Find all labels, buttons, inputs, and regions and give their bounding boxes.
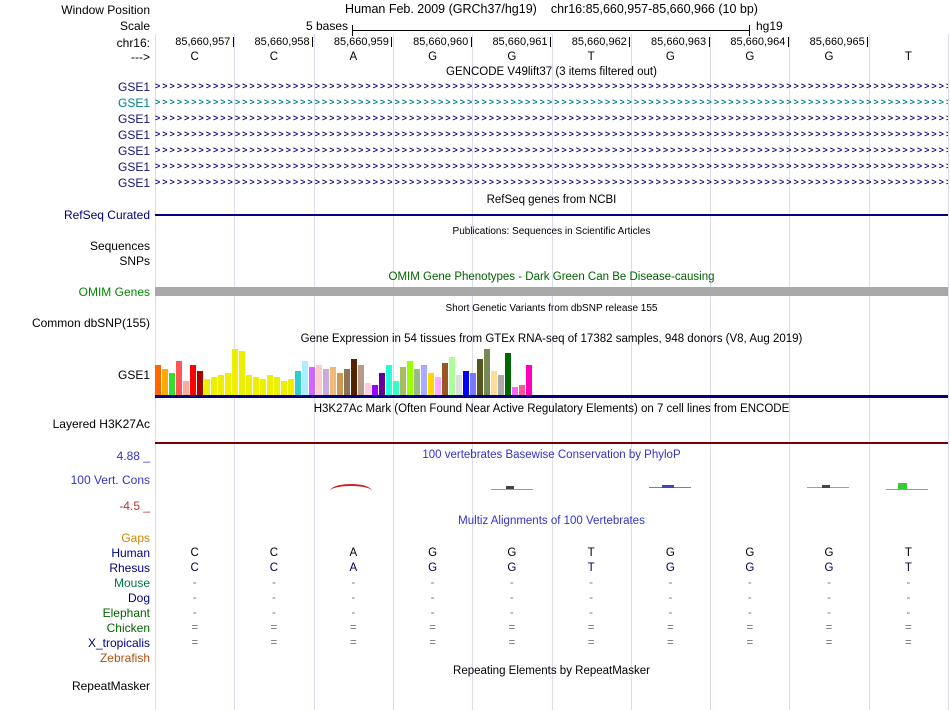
species-label-zebrafish[interactable]: Zebrafish: [100, 651, 150, 665]
alignment-base: T: [904, 547, 912, 559]
alignment-base: C: [269, 562, 279, 574]
alignment-base: =: [191, 637, 199, 649]
alignment-base: -: [906, 592, 911, 604]
alignment-base: G: [507, 562, 517, 574]
alignment-base: T: [587, 562, 595, 574]
alignment-base: -: [271, 592, 276, 604]
alignment-base: -: [351, 577, 356, 589]
alignment-base: G: [745, 562, 755, 574]
alignment-base: G: [507, 547, 517, 559]
repeatmasker-label[interactable]: RepeatMasker: [72, 679, 150, 693]
alignment-base: =: [905, 622, 912, 634]
alignment-base: -: [589, 592, 594, 604]
alignment-base: =: [429, 622, 436, 634]
alignment-base: -: [271, 607, 276, 619]
alignment-base: G: [824, 562, 834, 574]
alignment-base: G: [665, 562, 675, 574]
species-label-human[interactable]: Human: [111, 546, 150, 560]
alignment-base: T: [587, 547, 595, 559]
alignment-base: -: [668, 607, 673, 619]
alignment-base: =: [825, 622, 833, 634]
alignment-base: -: [906, 577, 911, 589]
alignment-base: -: [509, 607, 514, 619]
alignment-base: =: [429, 637, 436, 649]
alignment-base: C: [190, 562, 199, 574]
species-label-dog[interactable]: Dog: [128, 591, 150, 605]
species-label-gaps[interactable]: Gaps: [121, 531, 150, 545]
species-label-elephant[interactable]: Elephant: [103, 606, 150, 620]
alignment-base: =: [191, 622, 199, 634]
alignment-base: =: [667, 637, 674, 649]
alignment-base: -: [351, 592, 356, 604]
multiz-track: Gaps Human C C A G G T G G G T Rhesus C C A G G T G G G T Mouse…: [0, 0, 950, 710]
alignment-base: =: [825, 637, 833, 649]
alignment-base: =: [270, 637, 278, 649]
alignment-base: =: [587, 637, 595, 649]
alignment-base: -: [271, 577, 276, 589]
alignment-base: =: [508, 637, 516, 649]
alignment-base: -: [827, 577, 831, 589]
alignment-base: -: [192, 577, 197, 589]
alignment-base: -: [589, 577, 594, 589]
alignment-base: -: [827, 607, 831, 619]
species-label-chicken[interactable]: Chicken: [107, 621, 150, 635]
alignment-base: -: [747, 592, 752, 604]
alignment-base: =: [508, 622, 516, 634]
alignment-base: G: [745, 547, 755, 559]
alignment-base: -: [430, 607, 435, 619]
species-label-x_tropicalis[interactable]: X_tropicalis: [88, 636, 150, 650]
genome-browser: Window Position Human Feb. 2009 (GRCh37/…: [0, 0, 950, 710]
species-label-rhesus[interactable]: Rhesus: [109, 561, 150, 575]
alignment-base: T: [904, 562, 912, 574]
alignment-base: -: [509, 577, 514, 589]
alignment-base: -: [668, 592, 673, 604]
alignment-base: C: [190, 547, 199, 559]
alignment-base: -: [589, 607, 594, 619]
alignment-base: G: [428, 562, 438, 574]
alignment-base: =: [905, 637, 912, 649]
alignment-base: -: [827, 592, 831, 604]
repeatmasker-track-header: Repeating Elements by RepeatMasker: [453, 665, 650, 677]
alignment-base: -: [668, 577, 673, 589]
alignment-base: -: [509, 592, 514, 604]
alignment-base: -: [192, 592, 197, 604]
alignment-base: =: [587, 622, 595, 634]
alignment-base: -: [747, 607, 752, 619]
alignment-base: C: [269, 547, 279, 559]
alignment-base: A: [349, 562, 358, 574]
alignment-base: =: [746, 637, 754, 649]
alignment-base: =: [349, 622, 357, 634]
alignment-base: G: [428, 547, 438, 559]
alignment-base: -: [747, 577, 752, 589]
species-label-mouse[interactable]: Mouse: [114, 576, 150, 590]
alignment-base: G: [824, 547, 834, 559]
alignment-base: -: [906, 607, 911, 619]
alignment-base: -: [192, 607, 197, 619]
alignment-base: =: [667, 622, 674, 634]
alignment-base: G: [665, 547, 675, 559]
alignment-base: =: [746, 622, 754, 634]
alignment-base: A: [349, 547, 358, 559]
alignment-base: -: [351, 607, 356, 619]
alignment-base: =: [349, 637, 357, 649]
alignment-base: =: [270, 622, 278, 634]
alignment-base: -: [430, 577, 435, 589]
alignment-base: -: [430, 592, 435, 604]
